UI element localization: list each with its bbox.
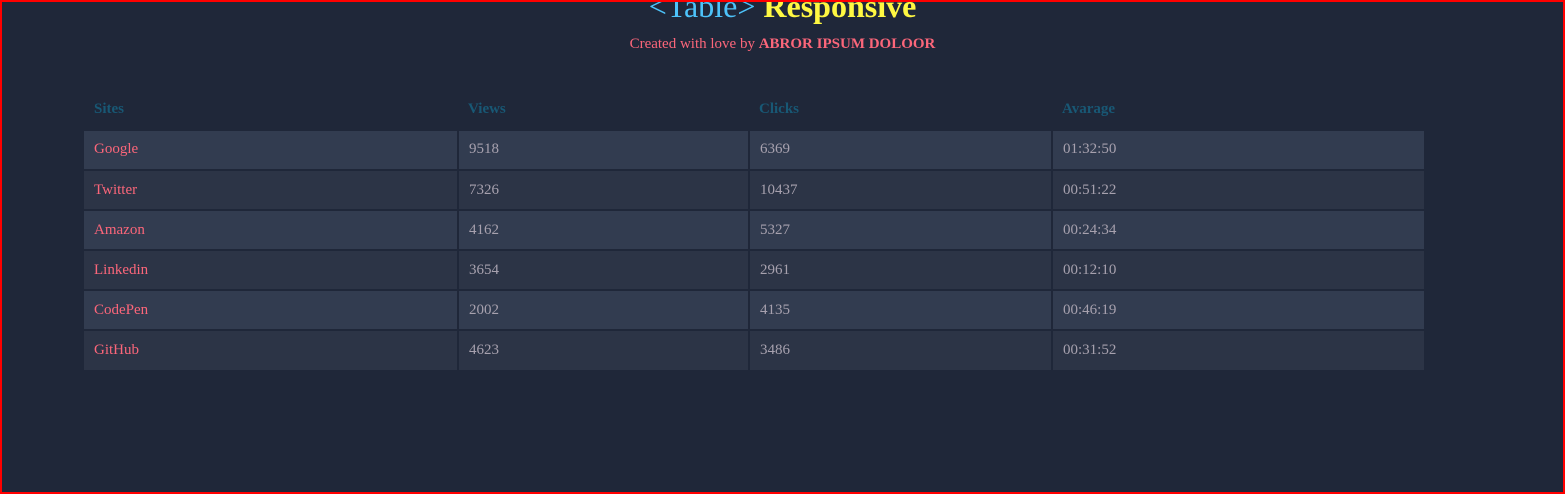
cell-clicks: 6369 [748, 130, 1052, 171]
cell-views: 2002 [457, 290, 749, 331]
table-row: GitHub 4623 3486 00:31:52 [84, 330, 1424, 370]
table-header-row: Sites Views Clicks Avarage [84, 90, 1424, 131]
header-sites: Sites [84, 90, 458, 131]
cell-average: 00:51:22 [1051, 170, 1424, 211]
header-views: Views [458, 90, 749, 131]
cell-average: 00:24:34 [1051, 210, 1424, 251]
cell-average: 00:46:19 [1051, 290, 1424, 331]
page-title: <Table> Responsive [0, 0, 1565, 28]
stats-table: Sites Views Clicks Avarage Google 9518 6… [84, 90, 1424, 370]
title-word: Responsive [763, 0, 917, 24]
cell-clicks: 5327 [748, 210, 1052, 251]
subtitle-prefix: Created with love by [629, 36, 755, 52]
cell-clicks: 2961 [748, 250, 1052, 291]
header-clicks: Clicks [749, 90, 1052, 131]
cell-site: Google [84, 130, 458, 171]
table-row: Amazon 4162 5327 00:24:34 [84, 210, 1424, 251]
cell-clicks: 10437 [748, 170, 1052, 211]
cell-clicks: 3486 [748, 330, 1052, 370]
cell-site: CodePen [84, 290, 458, 331]
cell-clicks: 4135 [748, 290, 1052, 331]
cell-site: Twitter [84, 170, 458, 211]
cell-site: GitHub [84, 330, 458, 370]
cell-views: 7326 [457, 170, 749, 211]
cell-average: 01:32:50 [1051, 130, 1424, 171]
cell-views: 3654 [457, 250, 749, 291]
title-tag: <Table> [648, 0, 756, 24]
author-name: ABROR IPSUM DOLOOR [758, 36, 936, 52]
cell-site: Amazon [84, 210, 458, 251]
table-row: Google 9518 6369 01:32:50 [84, 130, 1424, 171]
cell-views: 4162 [457, 210, 749, 251]
cell-views: 9518 [457, 130, 749, 171]
cell-site: Linkedin [84, 250, 458, 291]
page-subtitle: Created with love by ABROR IPSUM DOLOOR [0, 35, 1565, 53]
table-row: Linkedin 3654 2961 00:12:10 [84, 250, 1424, 291]
cell-average: 00:31:52 [1051, 330, 1424, 370]
cell-views: 4623 [457, 330, 749, 370]
table-row: CodePen 2002 4135 00:46:19 [84, 290, 1424, 331]
cell-average: 00:12:10 [1051, 250, 1424, 291]
table-row: Twitter 7326 10437 00:51:22 [84, 170, 1424, 211]
header-average: Avarage [1052, 90, 1424, 131]
